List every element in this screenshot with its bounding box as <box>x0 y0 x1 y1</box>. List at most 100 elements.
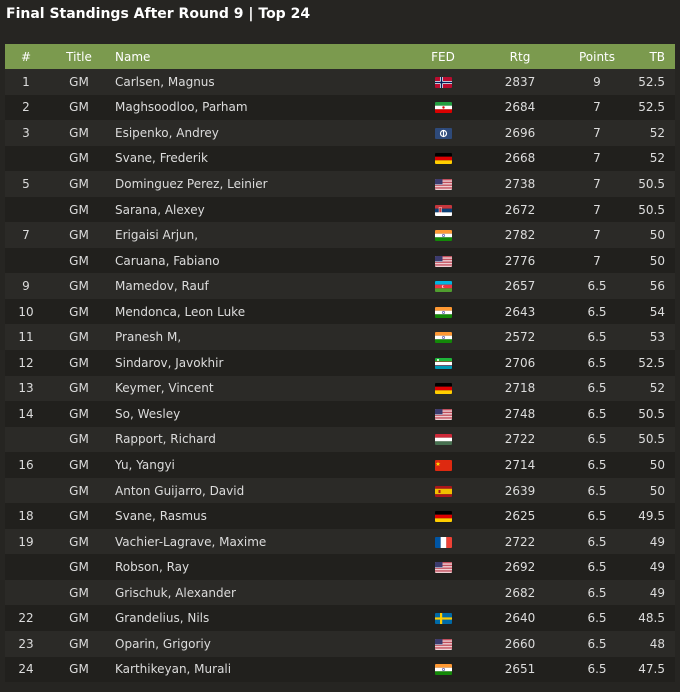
table-row[interactable]: 24 GM Karthikeyan, Murali 2651 6.5 47.5 <box>5 656 675 683</box>
table-row[interactable]: 7 GM Erigaisi Arjun, 2782 7 50 <box>5 222 675 248</box>
table-row[interactable]: GM Anton Guijarro, David 2639 6.5 50 <box>5 477 675 504</box>
table-row[interactable]: GM Grischuk, Alexander 2682 6.5 49 <box>5 579 675 606</box>
table-row[interactable]: 5 GM Dominguez Perez, Leinier 2738 7 50.5 <box>5 171 675 197</box>
table-row[interactable]: 16 GM Yu, Yangyi 2714 6.5 50 <box>5 452 675 478</box>
federation-flag <box>405 401 481 427</box>
tiebreak-cell: 50 <box>635 222 675 248</box>
column-header-rank[interactable]: # <box>5 44 47 69</box>
tiebreak-cell: 49 <box>635 579 675 606</box>
column-header-name[interactable]: Name <box>111 44 405 69</box>
table-row[interactable]: GM Sarana, Alexey 2672 7 50.5 <box>5 196 675 223</box>
title-cell: GM <box>47 605 111 632</box>
player-name[interactable]: Vachier-Lagrave, Maxime <box>111 528 405 555</box>
player-name[interactable]: Mendonca, Leon Luke <box>111 298 405 325</box>
flag-india-icon <box>434 664 452 676</box>
table-row[interactable]: 12 GM Sindarov, Javokhir 2706 6.5 52.5 <box>5 350 675 376</box>
player-name[interactable]: Maghsoodloo, Parham <box>111 94 405 121</box>
player-name[interactable]: Keymer, Vincent <box>111 375 405 402</box>
player-name[interactable]: Sarana, Alexey <box>111 196 405 223</box>
table-row[interactable]: 9 GM Mamedov, Rauf 2657 6.5 56 <box>5 273 675 299</box>
player-name[interactable]: Oparin, Grigoriy <box>111 631 405 657</box>
player-name[interactable]: So, Wesley <box>111 401 405 427</box>
rating-cell: 2714 <box>481 452 559 478</box>
points-cell: 6.5 <box>559 528 635 555</box>
player-name[interactable]: Rapport, Richard <box>111 426 405 453</box>
player-name[interactable]: Robson, Ray <box>111 554 405 580</box>
column-header-points[interactable]: Points <box>559 44 635 69</box>
tiebreak-cell: 48.5 <box>635 605 675 632</box>
flag-sweden-icon <box>434 613 452 625</box>
points-cell: 6.5 <box>559 554 635 580</box>
points-cell: 7 <box>559 196 635 223</box>
player-name[interactable]: Svane, Rasmus <box>111 503 405 529</box>
player-name[interactable]: Sindarov, Javokhir <box>111 350 405 376</box>
rank-cell <box>5 477 47 504</box>
table-row[interactable]: 1 GM Carlsen, Magnus 2837 9 52.5 <box>5 69 675 95</box>
player-name[interactable]: Grandelius, Nils <box>111 605 405 632</box>
table-row[interactable]: 14 GM So, Wesley 2748 6.5 50.5 <box>5 401 675 427</box>
table-row[interactable]: GM Rapport, Richard 2722 6.5 50.5 <box>5 426 675 453</box>
table-row[interactable]: GM Svane, Frederik 2668 7 52 <box>5 145 675 172</box>
player-name[interactable]: Dominguez Perez, Leinier <box>111 171 405 197</box>
federation-flag <box>405 298 481 325</box>
flag-india-icon <box>434 332 452 344</box>
table-row[interactable]: 2 GM Maghsoodloo, Parham 2684 7 52.5 <box>5 94 675 121</box>
tiebreak-cell: 50.5 <box>635 196 675 223</box>
rating-cell: 2660 <box>481 631 559 657</box>
rating-cell: 2682 <box>481 579 559 606</box>
federation-flag <box>405 579 481 606</box>
table-row[interactable]: 22 GM Grandelius, Nils 2640 6.5 48.5 <box>5 605 675 632</box>
flag-usa-icon <box>434 638 452 650</box>
player-name[interactable]: Yu, Yangyi <box>111 452 405 478</box>
points-cell: 6.5 <box>559 375 635 402</box>
rank-cell: 1 <box>5 69 47 95</box>
rating-cell: 2748 <box>481 401 559 427</box>
table-row[interactable]: 11 GM Pranesh M, 2572 6.5 53 <box>5 324 675 351</box>
table-row[interactable]: 13 GM Keymer, Vincent 2718 6.5 52 <box>5 375 675 402</box>
player-name[interactable]: Carlsen, Magnus <box>111 69 405 95</box>
table-row[interactable]: GM Caruana, Fabiano 2776 7 50 <box>5 247 675 274</box>
federation-flag <box>405 145 481 172</box>
points-cell: 7 <box>559 222 635 248</box>
player-name[interactable]: Karthikeyan, Murali <box>111 656 405 683</box>
tiebreak-cell: 50.5 <box>635 171 675 197</box>
tiebreak-cell: 49.5 <box>635 503 675 529</box>
federation-flag <box>405 196 481 223</box>
tiebreak-cell: 50.5 <box>635 426 675 453</box>
player-name[interactable]: Mamedov, Rauf <box>111 273 405 299</box>
points-cell: 6.5 <box>559 605 635 632</box>
rating-cell: 2696 <box>481 120 559 146</box>
column-header-title[interactable]: Title <box>47 44 111 69</box>
rank-cell <box>5 554 47 580</box>
table-row[interactable]: 3 GM Esipenko, Andrey 2696 7 52 <box>5 120 675 146</box>
tiebreak-cell: 50 <box>635 247 675 274</box>
player-name[interactable]: Esipenko, Andrey <box>111 120 405 146</box>
player-name[interactable]: Grischuk, Alexander <box>111 579 405 606</box>
tiebreak-cell: 52.5 <box>635 69 675 95</box>
flag-usa-icon <box>434 178 452 190</box>
player-name[interactable]: Pranesh M, <box>111 324 405 351</box>
flag-china-icon <box>434 459 452 471</box>
points-cell: 7 <box>559 145 635 172</box>
federation-flag <box>405 656 481 683</box>
column-header-tiebreak[interactable]: TB <box>635 44 675 69</box>
tiebreak-cell: 49 <box>635 528 675 555</box>
rank-cell: 16 <box>5 452 47 478</box>
column-header-rating[interactable]: Rtg <box>481 44 559 69</box>
title-cell: GM <box>47 554 111 580</box>
player-name[interactable]: Anton Guijarro, David <box>111 477 405 504</box>
title-cell: GM <box>47 631 111 657</box>
player-name[interactable]: Erigaisi Arjun, <box>111 222 405 248</box>
player-name[interactable]: Svane, Frederik <box>111 145 405 172</box>
federation-flag <box>405 120 481 146</box>
federation-flag <box>405 426 481 453</box>
table-row[interactable]: 23 GM Oparin, Grigoriy 2660 6.5 48 <box>5 631 675 657</box>
column-header-fed[interactable]: FED <box>405 44 481 69</box>
player-name[interactable]: Caruana, Fabiano <box>111 247 405 274</box>
table-row[interactable]: 18 GM Svane, Rasmus 2625 6.5 49.5 <box>5 503 675 529</box>
table-row[interactable]: 10 GM Mendonca, Leon Luke 2643 6.5 54 <box>5 298 675 325</box>
rank-cell: 18 <box>5 503 47 529</box>
rank-cell: 11 <box>5 324 47 351</box>
table-row[interactable]: 19 GM Vachier-Lagrave, Maxime 2722 6.5 49 <box>5 528 675 555</box>
table-row[interactable]: GM Robson, Ray 2692 6.5 49 <box>5 554 675 580</box>
